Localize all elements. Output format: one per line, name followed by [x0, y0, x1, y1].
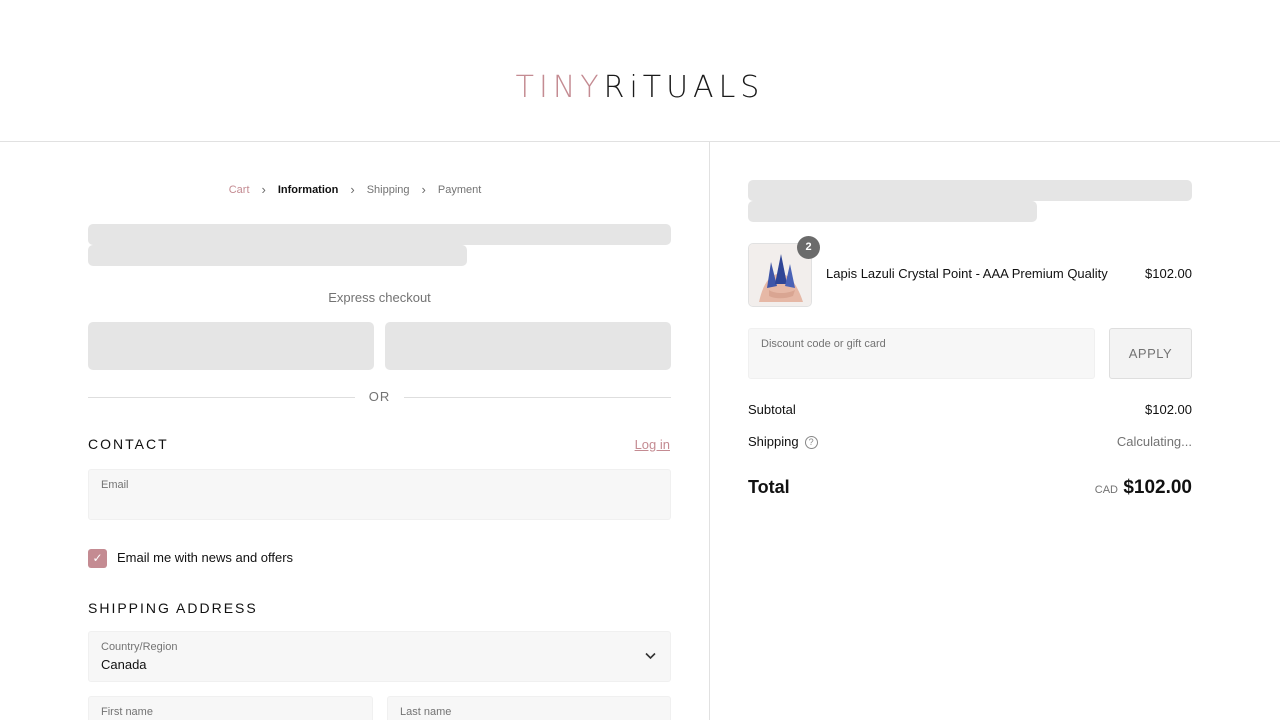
country-select[interactable]: Country/Region Canada — [88, 631, 671, 682]
breadcrumb: Cart › Information › Shipping › Payment — [0, 182, 710, 197]
quantity-badge: 2 — [797, 236, 820, 259]
express-pay-button[interactable] — [385, 322, 671, 370]
total-value: $102.00 — [1123, 477, 1192, 498]
shipping-value: Calculating... — [1116, 434, 1192, 449]
first-name-field[interactable]: First name — [88, 696, 373, 720]
currency-code: CAD — [1094, 484, 1118, 496]
shipping-address-heading: SHIPPING ADDRESS — [88, 600, 258, 616]
country-value: Canada — [101, 657, 147, 672]
first-name-label: First name — [101, 706, 153, 718]
express-pay-button[interactable] — [88, 322, 374, 370]
logo-part-1: TINY — [515, 70, 604, 105]
email-label: Email — [101, 479, 129, 491]
chevron-down-icon — [645, 651, 656, 663]
loading-placeholder — [748, 201, 1037, 222]
subtotal-value: $102.00 — [1145, 402, 1192, 417]
product-name: Lapis Lazuli Crystal Point - AAA Premium… — [826, 266, 1108, 281]
last-name-field[interactable]: Last name — [387, 696, 671, 720]
breadcrumb-payment: Payment — [437, 183, 482, 196]
help-icon[interactable]: ? — [804, 436, 818, 449]
loading-placeholder — [88, 245, 467, 266]
chevron-right-icon: › — [261, 182, 266, 197]
chevron-right-icon: › — [350, 182, 355, 197]
express-checkout-label: Express checkout — [328, 290, 431, 305]
header: TINYRiTUALS — [0, 0, 1280, 142]
loading-placeholder — [748, 180, 1192, 201]
apply-discount-button[interactable]: APPLY — [1109, 328, 1192, 379]
breadcrumb-shipping: Shipping — [366, 183, 410, 196]
chevron-right-icon: › — [421, 182, 426, 197]
brand-logo[interactable]: TINYRiTUALS — [0, 70, 1280, 105]
total-row: Total CAD $102.00 — [748, 477, 1192, 501]
subtotal-label: Subtotal — [748, 402, 796, 417]
discount-code-input[interactable]: Discount code or gift card — [748, 328, 1095, 379]
product-price: $102.00 — [1145, 266, 1192, 281]
country-label: Country/Region — [101, 641, 178, 653]
last-name-label: Last name — [400, 706, 452, 718]
newsletter-label[interactable]: Email me with news and offers — [117, 550, 293, 565]
breadcrumb-information: Information — [277, 183, 339, 196]
shipping-label: Shipping — [748, 434, 799, 449]
order-summary: 2 Lapis Lazuli Crystal Point - AAA Premi… — [710, 142, 1280, 720]
breadcrumb-cart[interactable]: Cart — [229, 184, 250, 196]
loading-placeholder — [88, 224, 671, 245]
discount-code-label: Discount code or gift card — [761, 338, 886, 350]
checkout-main: Cart › Information › Shipping › Payment … — [0, 142, 710, 720]
check-icon: ✓ — [92, 551, 103, 565]
shipping-label-wrap: Shipping? — [748, 434, 818, 449]
contact-heading: CONTACT — [88, 436, 169, 452]
login-link[interactable]: Log in — [635, 437, 670, 452]
total-label: Total — [748, 477, 790, 497]
logo-part-2: RiTUALS — [603, 70, 765, 105]
newsletter-checkbox[interactable]: ✓ — [88, 549, 107, 568]
or-divider: OR — [88, 388, 671, 406]
email-field[interactable]: Email — [88, 469, 671, 520]
or-label: OR — [368, 389, 391, 404]
